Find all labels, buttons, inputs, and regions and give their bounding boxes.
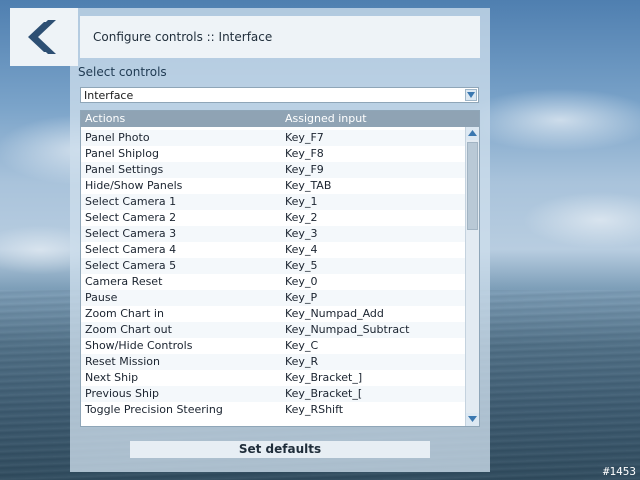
page-title: Configure controls :: Interface: [93, 30, 273, 44]
table-row[interactable]: Select Camera 2 Key_2: [81, 210, 465, 226]
action-name: Show/Hide Controls: [85, 339, 193, 352]
action-name: Panel Photo: [85, 131, 150, 144]
table-row[interactable]: Select Camera 3 Key_3: [81, 226, 465, 242]
table-row[interactable]: Panel Photo Key_F7: [81, 130, 465, 146]
assigned-input: Key_F9: [285, 163, 324, 176]
controls-table: Actions Assigned input Panel Photo Key_F7…: [80, 110, 480, 427]
table-row[interactable]: Select Camera 5 Key_5: [81, 258, 465, 274]
assigned-input: Key_Bracket_[: [285, 387, 363, 400]
dropdown-toggle[interactable]: [465, 89, 477, 101]
assigned-input: Key_P: [285, 291, 318, 304]
assigned-input: Key_Numpad_Add: [285, 307, 384, 320]
table-header: Actions Assigned input: [81, 111, 479, 127]
dropdown-selected-value: Interface: [84, 89, 134, 102]
table-row[interactable]: Zoom Chart in Key_Numpad_Add: [81, 306, 465, 322]
table-row[interactable]: Zoom Chart out Key_Numpad_Subtract: [81, 322, 465, 338]
action-name: Reset Mission: [85, 355, 160, 368]
table-row[interactable]: Select Camera 4 Key_4: [81, 242, 465, 258]
table-row[interactable]: Next Ship Key_Bracket_]: [81, 370, 465, 386]
assigned-input: Key_F7: [285, 131, 324, 144]
select-controls-label: Select controls: [78, 65, 167, 79]
chevron-down-icon: [468, 416, 477, 422]
table-row[interactable]: Panel Shiplog Key_F8: [81, 146, 465, 162]
table-row[interactable]: Pause Key_P: [81, 290, 465, 306]
action-name: Select Camera 4: [85, 243, 177, 256]
back-button[interactable]: [10, 8, 78, 66]
controls-dropdown[interactable]: Interface: [80, 87, 479, 103]
action-name: Select Camera 5: [85, 259, 177, 272]
back-arrow-icon: [28, 20, 56, 54]
table-row[interactable]: Toggle Precision Steering Key_RShift: [81, 402, 465, 418]
action-name: Next Ship: [85, 371, 139, 384]
chevron-up-icon: [468, 130, 477, 136]
action-name: Previous Ship: [85, 387, 159, 400]
table-row[interactable]: Reset Mission Key_R: [81, 354, 465, 370]
assigned-input: Key_TAB: [285, 179, 332, 192]
assigned-input: Key_4: [285, 243, 318, 256]
assigned-input: Key_R: [285, 355, 319, 368]
column-header-assigned-input: Assigned input: [285, 112, 367, 125]
table-rows: Panel Photo Key_F7 Panel Shiplog Key_F8 Pane…: [81, 130, 465, 418]
assigned-input: Key_C: [285, 339, 319, 352]
assigned-input: Key_2: [285, 211, 318, 224]
assigned-input: Key_3: [285, 227, 318, 240]
table-row[interactable]: Camera Reset Key_0: [81, 274, 465, 290]
action-name: Panel Shiplog: [85, 147, 159, 160]
column-header-actions: Actions: [85, 112, 126, 125]
action-name: Pause: [85, 291, 118, 304]
action-name: Camera Reset: [85, 275, 163, 288]
scroll-thumb[interactable]: [467, 142, 478, 230]
scroll-down-button[interactable]: [466, 413, 479, 426]
action-name: Select Camera 3: [85, 227, 177, 240]
table-row[interactable]: Panel Settings Key_F9: [81, 162, 465, 178]
assigned-input: Key_Bracket_]: [285, 371, 363, 384]
action-name: Zoom Chart out: [85, 323, 172, 336]
table-row[interactable]: Previous Ship Key_Bracket_[: [81, 386, 465, 402]
page-header: Configure controls :: Interface: [80, 16, 480, 58]
action-name: Hide/Show Panels: [85, 179, 183, 192]
table-scrollbar[interactable]: [465, 127, 479, 426]
assigned-input: Key_1: [285, 195, 318, 208]
table-row[interactable]: Hide/Show Panels Key_TAB: [81, 178, 465, 194]
assigned-input: Key_0: [285, 275, 318, 288]
assigned-input: Key_RShift: [285, 403, 344, 416]
chevron-down-icon: [467, 92, 475, 98]
action-name: Toggle Precision Steering: [85, 403, 223, 416]
table-row[interactable]: Show/Hide Controls Key_C: [81, 338, 465, 354]
action-name: Select Camera 1: [85, 195, 177, 208]
scroll-up-button[interactable]: [466, 127, 479, 140]
set-defaults-button[interactable]: Set defaults: [130, 441, 430, 458]
action-name: Select Camera 2: [85, 211, 177, 224]
frame-counter: #1453: [602, 465, 636, 478]
action-name: Panel Settings: [85, 163, 164, 176]
assigned-input: Key_5: [285, 259, 318, 272]
assigned-input: Key_Numpad_Subtract: [285, 323, 410, 336]
table-row[interactable]: Select Camera 1 Key_1: [81, 194, 465, 210]
assigned-input: Key_F8: [285, 147, 324, 160]
action-name: Zoom Chart in: [85, 307, 164, 320]
